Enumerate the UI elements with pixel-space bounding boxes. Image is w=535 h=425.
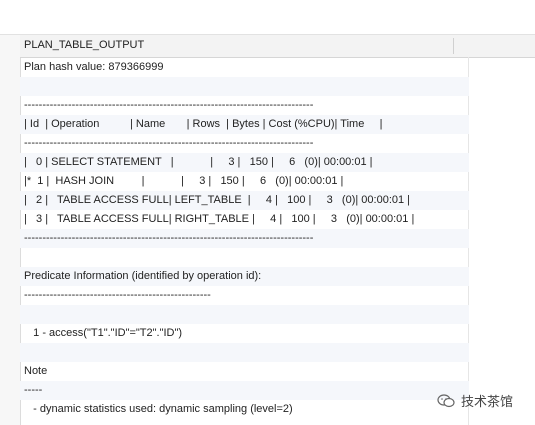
column-header[interactable]: PLAN_TABLE_OUTPUT: [20, 35, 535, 58]
result-row[interactable]: | 3 | TABLE ACCESS FULL| RIGHT_TABLE | 4…: [20, 210, 469, 229]
result-row[interactable]: -----: [20, 381, 469, 400]
result-row[interactable]: ----------------------------------------…: [20, 229, 469, 248]
result-row[interactable]: ----------------------------------------…: [20, 286, 469, 305]
result-row[interactable]: ----------------------------------------…: [20, 96, 469, 115]
result-row[interactable]: [20, 77, 469, 96]
result-row[interactable]: |* 1 | HASH JOIN | | 3 | 150 | 6 (0)| 00…: [20, 172, 469, 191]
result-row[interactable]: Note: [20, 362, 469, 381]
row-gutter: [0, 35, 21, 425]
query-result-panel: PLAN_TABLE_OUTPUT Plan hash value: 87936…: [0, 0, 535, 425]
result-rows: Plan hash value: 879366999 --------------…: [20, 58, 469, 419]
column-header-label: PLAN_TABLE_OUTPUT: [24, 39, 145, 51]
toolbar-area: [0, 0, 535, 35]
result-row[interactable]: [20, 343, 469, 362]
wechat-icon: [437, 393, 455, 407]
result-row[interactable]: | Id | Operation | Name | Rows | Bytes |…: [20, 115, 469, 134]
watermark-text: 技术茶馆: [461, 394, 514, 409]
result-row[interactable]: ----------------------------------------…: [20, 134, 469, 153]
result-row[interactable]: Predicate Information (identified by ope…: [20, 267, 469, 286]
result-row[interactable]: [20, 305, 469, 324]
result-row[interactable]: Plan hash value: 879366999: [20, 58, 469, 77]
result-row[interactable]: - dynamic statistics used: dynamic sampl…: [20, 400, 469, 419]
column-resize-handle[interactable]: [453, 38, 454, 54]
result-row[interactable]: | 0 | SELECT STATEMENT | | 3 | 150 | 6 (…: [20, 153, 469, 172]
result-row[interactable]: | 2 | TABLE ACCESS FULL| LEFT_TABLE | 4 …: [20, 191, 469, 210]
result-row[interactable]: [20, 248, 469, 267]
watermark: 技术茶馆: [437, 391, 513, 410]
result-row[interactable]: 1 - access("T1"."ID"="T2"."ID"): [20, 324, 469, 343]
